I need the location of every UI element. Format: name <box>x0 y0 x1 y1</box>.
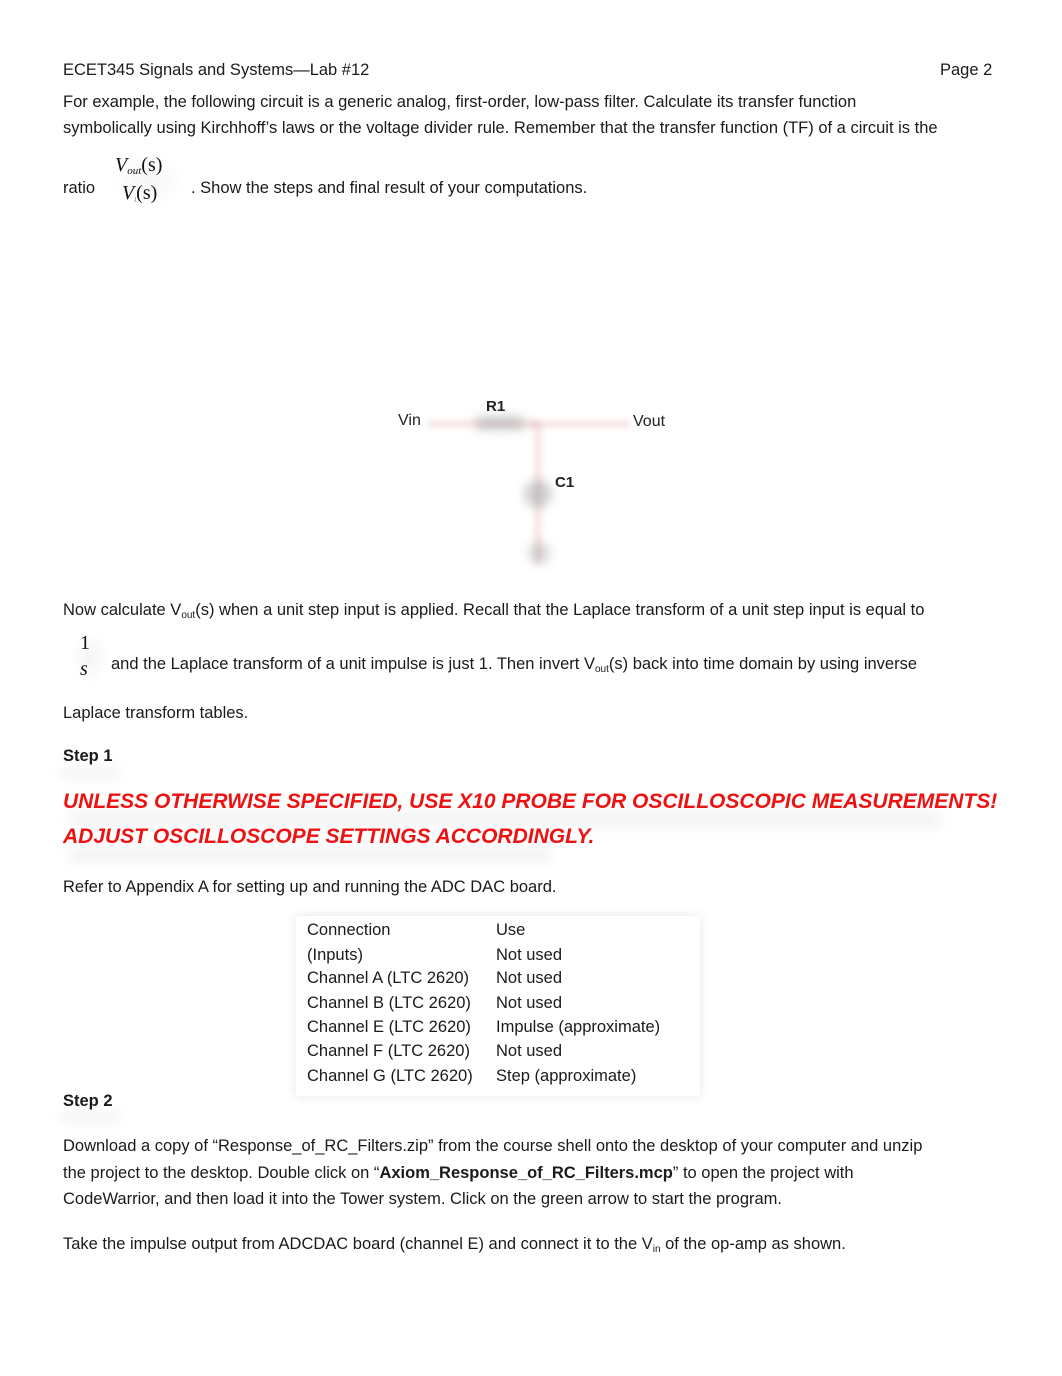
step-2-line-1: Download a copy of “Response_of_RC_Filte… <box>63 1137 923 1155</box>
step-2-heading: Step 2 <box>63 1092 113 1110</box>
use-cell: Not used <box>496 994 563 1012</box>
text-run: ” to open the project with <box>672 1164 854 1182</box>
step-2-line-3: CodeWarrior, and then load it into the T… <box>63 1190 783 1208</box>
step-response-line-1: Now calculate Vout(s) when a unit step i… <box>63 601 924 621</box>
fraction-numerator: 1 <box>80 632 90 654</box>
subscript: out <box>181 610 196 621</box>
text-run: of the op-amp as shown. <box>660 1235 846 1253</box>
tf-numerator: Vout(s) <box>115 154 162 177</box>
denominator-arg: (s) <box>136 182 158 204</box>
text-run: and the Laplace transform of a unit impu… <box>111 655 595 673</box>
use-cell: Not used <box>496 969 563 987</box>
ratio-label: ratio <box>63 179 96 197</box>
resistor-r1-symbol <box>475 416 525 430</box>
page-number: Page 2 <box>940 61 993 79</box>
text-run: Take the impulse output from ADCDAC boar… <box>63 1235 653 1253</box>
column-header-connection: Connection <box>307 921 391 939</box>
vin-label: Vin <box>398 412 421 429</box>
table-header-row: Connection Use <box>296 921 700 945</box>
connection-cell: Channel G (LTC 2620) <box>307 1067 473 1085</box>
connection-table: Connection Use (Inputs) Not used Channel… <box>296 916 700 1096</box>
step-response-line-3: Laplace transform tables. <box>63 704 249 722</box>
connection-cell: Channel B (LTC 2620) <box>307 994 471 1012</box>
step-2-line-2: the project to the desktop. Double click… <box>63 1164 854 1183</box>
document-header-title: ECET345 Signals and Systems—Lab #12 <box>63 61 370 79</box>
use-cell: Step (approximate) <box>496 1067 637 1085</box>
output-wire <box>530 420 630 428</box>
use-cell: Not used <box>496 946 563 964</box>
step-response-line-2: and the Laplace transform of a unit impu… <box>111 655 917 675</box>
subscript: out <box>594 664 609 675</box>
connection-cell: Channel A (LTC 2620) <box>307 969 470 987</box>
table-row: (Inputs) Not used <box>296 946 700 970</box>
c1-label: C1 <box>555 474 575 491</box>
text-run: (s) when a unit step input is applied. R… <box>195 601 925 619</box>
text-run: (s) back into time domain by using inver… <box>608 655 918 673</box>
fraction-denominator: s <box>80 658 88 680</box>
appendix-reference: Refer to Appendix A for setting up and r… <box>63 878 557 896</box>
heading-shadow <box>60 768 120 778</box>
warning-shadow <box>70 848 550 862</box>
r1-label: R1 <box>486 398 506 415</box>
ratio-rest-text: . Show the steps and final result of you… <box>191 179 588 197</box>
warning-line-2: ADJUST OSCILLOSCOPE SETTINGS ACCORDINGLY… <box>63 825 595 848</box>
use-cell: Not used <box>496 1042 563 1060</box>
numerator-arg: (s) <box>141 154 163 176</box>
step-1-heading: Step 1 <box>63 747 113 765</box>
subscript: in <box>652 1244 661 1255</box>
connection-cell: Channel F (LTC 2620) <box>307 1042 470 1060</box>
connection-cell: Channel E (LTC 2620) <box>307 1018 471 1036</box>
numerator-sub: out <box>127 165 142 177</box>
step-2-line-4: Take the impulse output from ADCDAC boar… <box>63 1235 846 1255</box>
intro-line-2: symbolically using Kirchhoff’s laws or t… <box>63 119 938 137</box>
ground-symbol <box>528 542 550 564</box>
capacitor-c1-symbol <box>524 480 552 508</box>
use-cell: Impulse (approximate) <box>496 1018 661 1036</box>
text-run: Now calculate V <box>63 601 182 619</box>
table-row: Channel B (LTC 2620) Not used <box>296 994 700 1018</box>
transfer-function-equation: Vout(s) Vi(s) <box>108 152 188 210</box>
intro-line-1: For example, the following circuit is a … <box>63 93 857 111</box>
heading-shadow <box>60 1112 120 1122</box>
project-filename: Axiom_Response_of_RC_Filters.mcp <box>379 1164 673 1182</box>
warning-shadow <box>70 812 940 826</box>
table-row: Channel G (LTC 2620) Step (approximate) <box>296 1067 700 1091</box>
numerator-var: V <box>115 154 128 176</box>
rc-lowpass-circuit-diagram: Vin R1 Vout C1 <box>380 390 690 580</box>
table-row: Channel E (LTC 2620) Impulse (approximat… <box>296 1018 700 1042</box>
tf-denominator: Vi(s) <box>122 182 157 205</box>
text-run: the project to the desktop. Double click… <box>63 1164 380 1182</box>
warning-line-1: UNLESS OTHERWISE SPECIFIED, USE X10 PROB… <box>63 790 998 813</box>
connection-cell: (Inputs) <box>307 946 363 964</box>
denominator-var: V <box>122 182 135 204</box>
one-over-s-equation: 1 s <box>70 630 110 686</box>
table-row: Channel A (LTC 2620) Not used <box>296 969 700 993</box>
column-header-use: Use <box>496 921 526 939</box>
table-row: Channel F (LTC 2620) Not used <box>296 1042 700 1066</box>
vout-label: Vout <box>633 413 666 430</box>
